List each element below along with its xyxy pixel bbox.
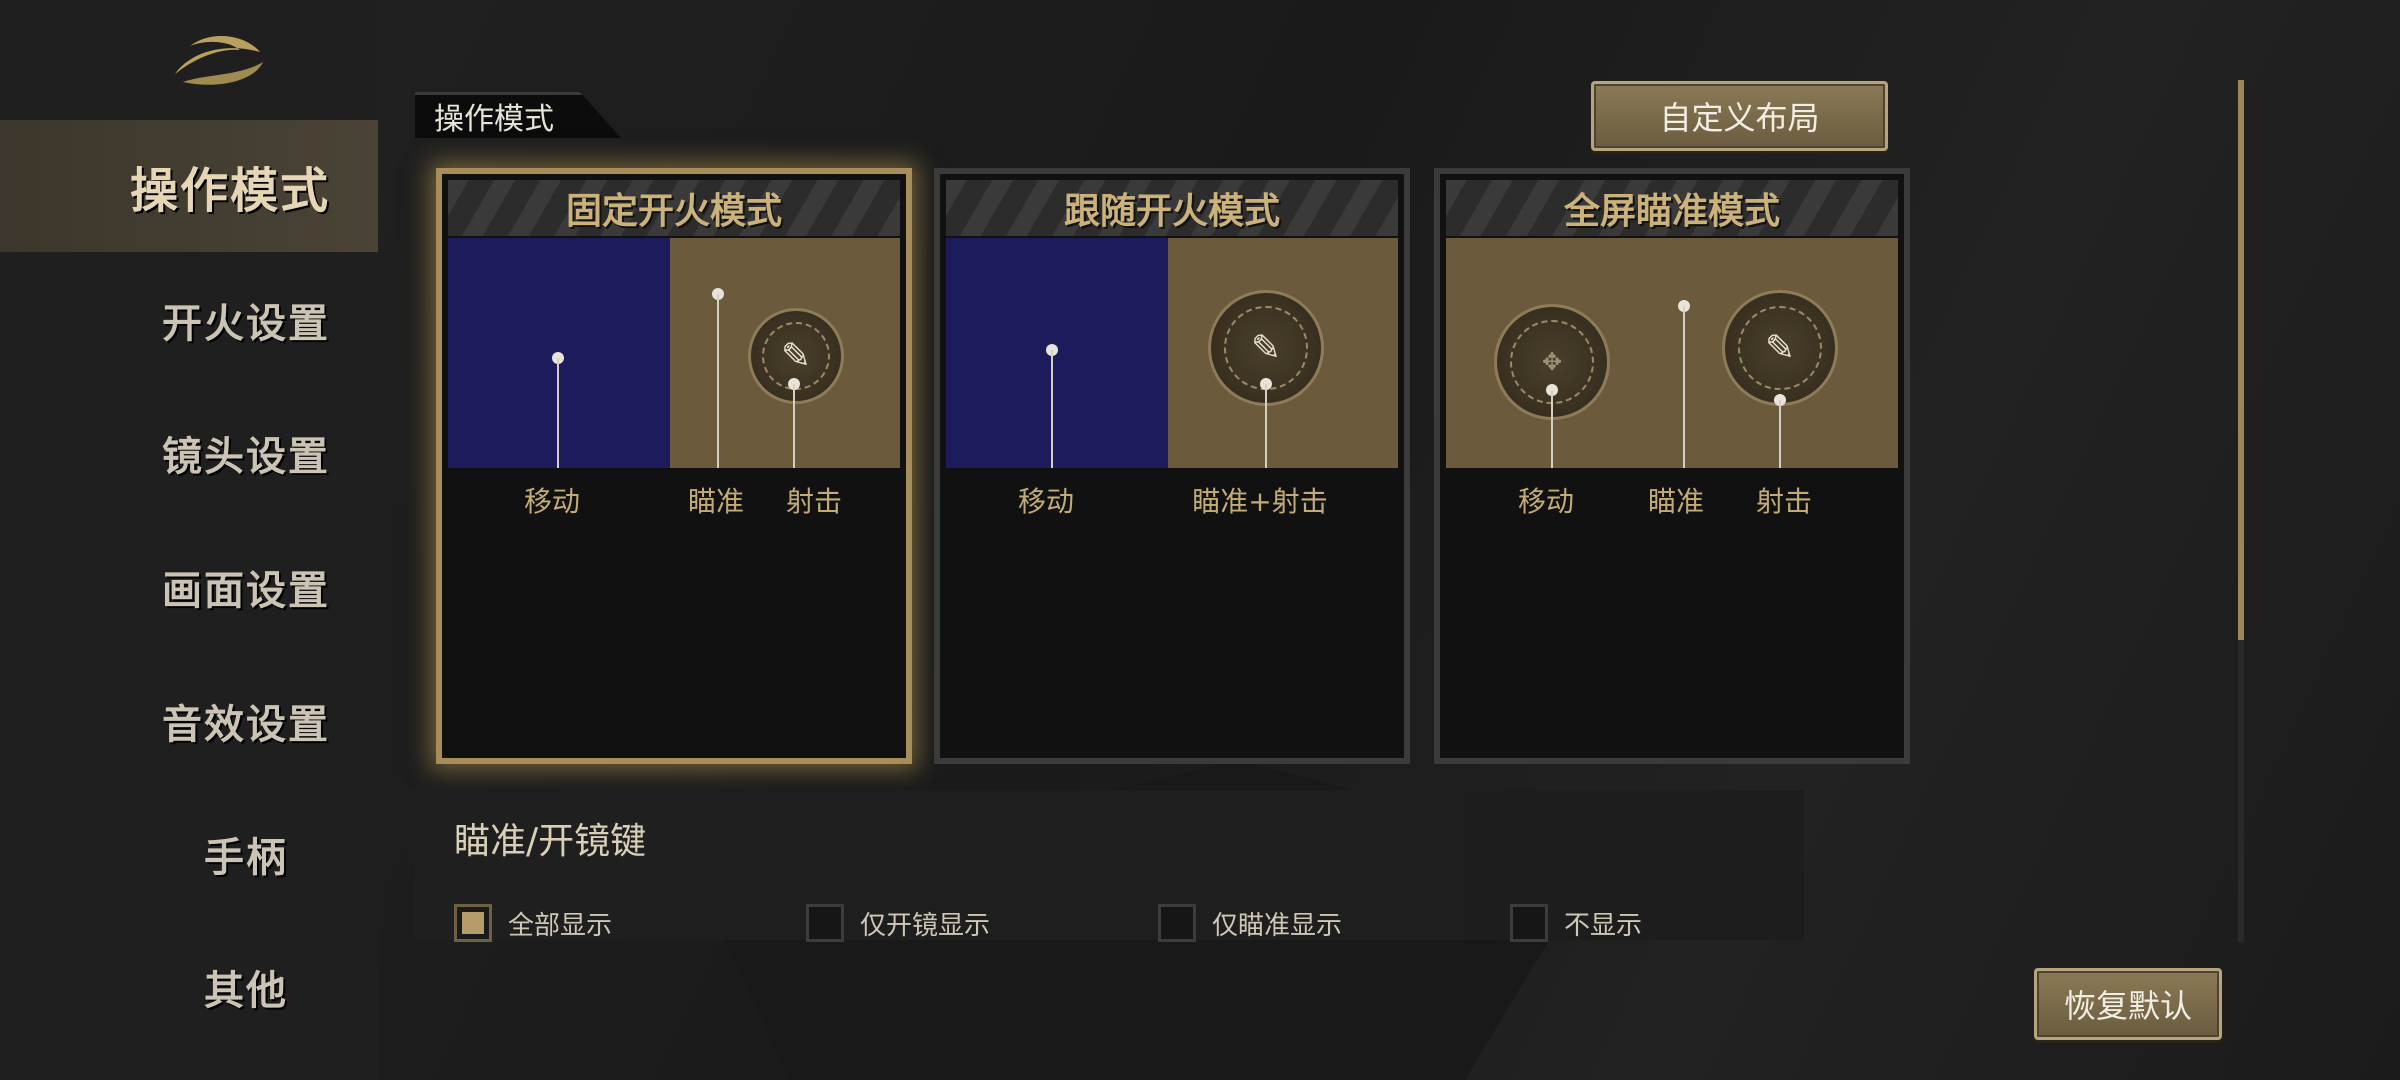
option-label: 仅开镜显示 [860,910,991,941]
checkbox[interactable] [1510,904,1548,942]
card-header: 跟随开火模式 [946,180,1398,236]
caption-move: 移动 [523,485,581,518]
bullet-icon: ✎ [1764,327,1796,369]
caption-aim-fire: 瞄准+射击 [1192,485,1328,518]
checkbox[interactable] [806,904,844,942]
aim-scope-title: 瞄准/开镜键 [454,821,647,862]
sidebar-item-other[interactable]: 其他 [0,921,378,1053]
checkbox[interactable] [1158,904,1196,942]
option-show-all[interactable]: 全部显示 [454,904,612,942]
card-header: 全屏瞄准模式 [1446,180,1898,236]
mode-preview: ✎ [448,238,900,468]
option-hide[interactable]: 不显示 [1510,904,1642,942]
sidebar: 操作模式 开火设置 镜头设置 画面设置 音效设置 手柄 其他 [0,0,378,1080]
sidebar-item-controller[interactable]: 手柄 [0,788,378,920]
restore-default-button[interactable]: 恢复默认 [2034,968,2222,1040]
sidebar-item-control-mode[interactable]: 操作模式 [0,120,378,252]
option-label: 不显示 [1564,910,1643,941]
card-title: 固定开火模式 [565,191,782,232]
leader-line [1551,390,1553,468]
caption-fire: 射击 [785,485,843,518]
mode-card-follow-fire[interactable]: 跟随开火模式 ✎ 移动 瞄准+射击 [934,168,1410,764]
sidebar-item-fire-settings[interactable]: 开火设置 [0,254,378,386]
caption-fire: 射击 [1755,485,1813,518]
option-label: 仅瞄准显示 [1212,910,1343,941]
leader-line [1779,400,1781,468]
caption-move: 移动 [1017,485,1075,518]
caption-aim: 瞄准 [1647,485,1705,518]
sidebar-item-camera-settings[interactable]: 镜头设置 [0,387,378,519]
leader-line [717,294,719,468]
card-title: 跟随开火模式 [1063,191,1280,232]
card-title: 全屏瞄准模式 [1563,191,1780,232]
option-scope-only[interactable]: 仅开镜显示 [806,904,990,942]
section-title: 操作模式 [434,102,554,137]
leader-line [1683,306,1685,468]
leader-line [1265,384,1267,468]
caption-aim: 瞄准 [687,485,745,518]
leader-line [557,358,559,468]
leader-line [1051,350,1053,468]
checkbox[interactable] [454,904,492,942]
fire-button-icon: ✎ [1722,290,1838,406]
mode-preview: ✎ [946,238,1398,468]
mode-preview: ✥ ✎ [1446,238,1898,468]
sidebar-item-display-settings[interactable]: 画面设置 [0,521,378,653]
sidebar-item-sound-settings[interactable]: 音效设置 [0,655,378,787]
leader-line [793,384,795,468]
scrollbar-thumb[interactable] [2238,80,2244,640]
custom-layout-button[interactable]: 自定义布局 [1591,81,1888,151]
option-aim-only[interactable]: 仅瞄准显示 [1158,904,1342,942]
option-label: 全部显示 [508,910,613,941]
card-header: 固定开火模式 [448,180,900,236]
caption-move: 移动 [1517,485,1575,518]
game-logo-icon [175,35,263,85]
mode-card-fullscreen-aim[interactable]: 全屏瞄准模式 ✥ ✎ 移动 瞄准 射击 [1434,168,1910,764]
mode-card-fixed-fire[interactable]: 固定开火模式 ✎ 移动 瞄准 射击 [436,168,912,764]
